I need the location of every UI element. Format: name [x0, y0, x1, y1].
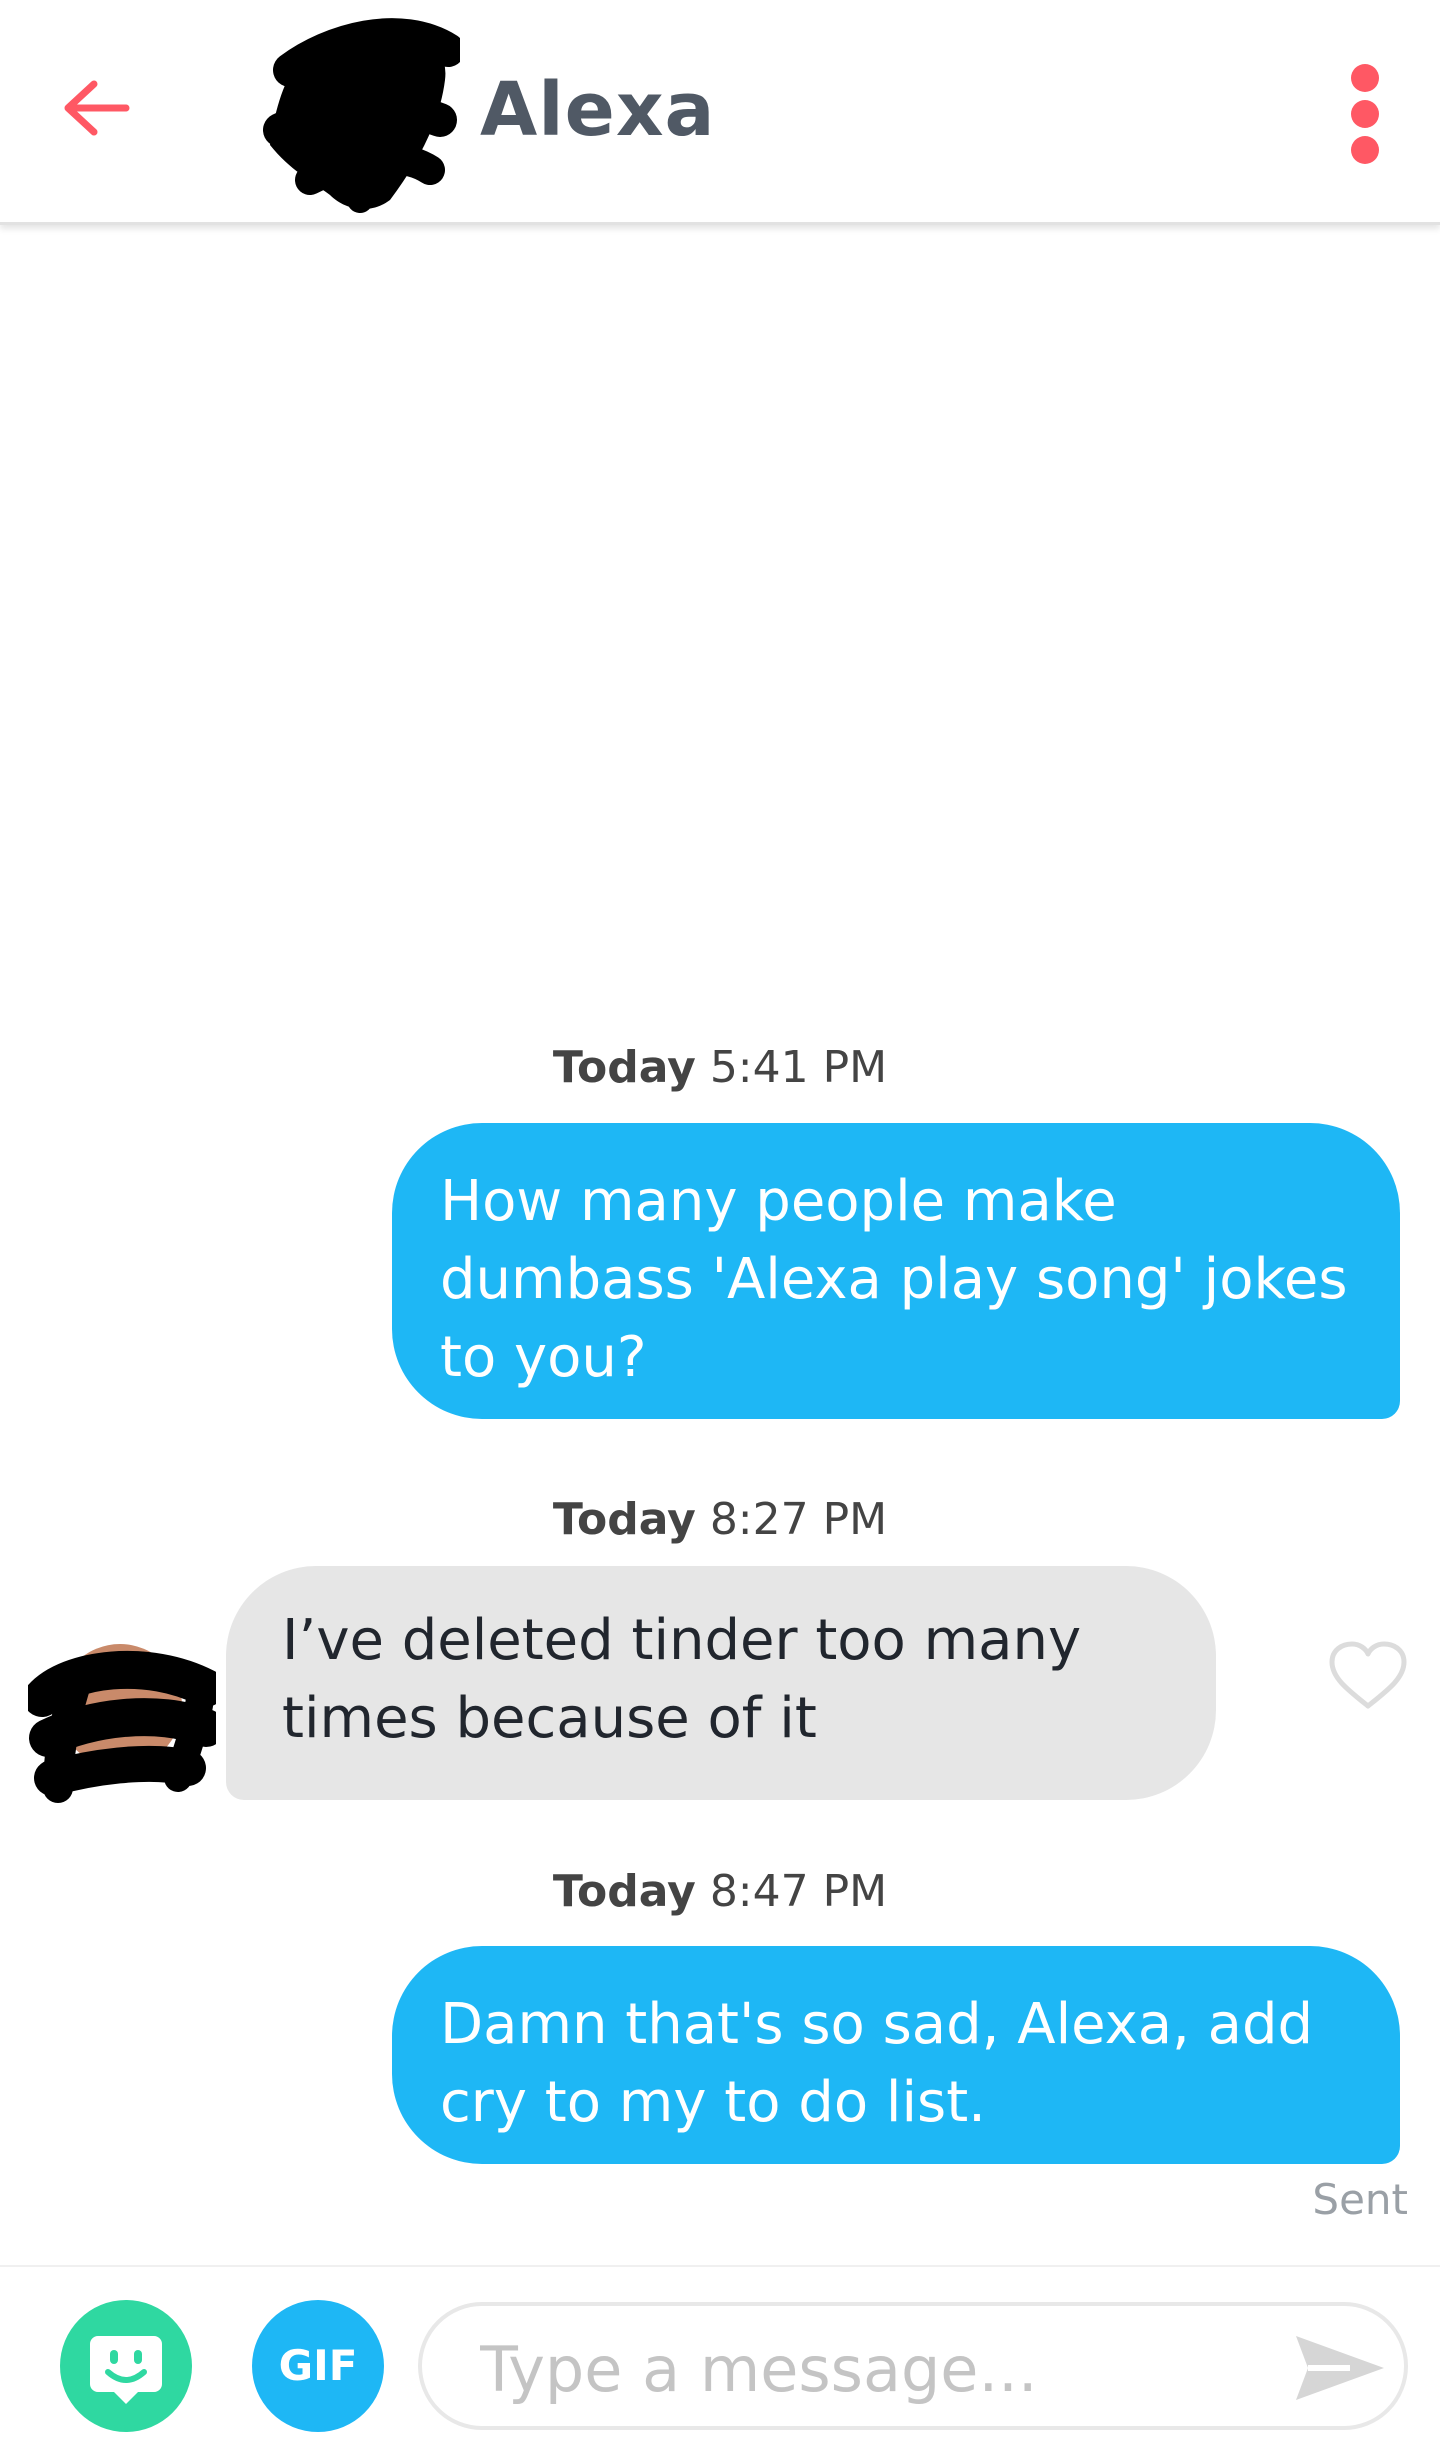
- sender-avatar[interactable]: [23, 1628, 225, 1818]
- chat-header: Alexa: [0, 0, 1440, 225]
- message-line: How many people make: [440, 1169, 1117, 1234]
- timestamp-time: 8:27 PM: [709, 1494, 888, 1545]
- sent-status-label: Sent: [1312, 2175, 1408, 2224]
- sent-message-bubble[interactable]: How many people make dumbass 'Alexa play…: [392, 1123, 1400, 1419]
- back-button[interactable]: [48, 60, 144, 156]
- redacted-avatar-scribble: [263, 18, 465, 213]
- chat-screen: Alexa Today 5:41 PM How many people make…: [0, 0, 1440, 2462]
- message-line: cry to my to do list.: [440, 2070, 986, 2135]
- arrow-left-icon: [64, 80, 130, 136]
- redacted-avatar-scribble: [23, 1644, 225, 1803]
- message-timestamp: Today 5:41 PM: [0, 1040, 1440, 1096]
- message-line: Damn that's so sad, Alexa, add: [440, 1992, 1314, 2057]
- message-input[interactable]: [478, 2324, 1282, 2414]
- sent-message-bubble[interactable]: Damn that's so sad, Alexa, add cry to my…: [392, 1946, 1400, 2164]
- message-line: to you?: [440, 1325, 647, 1390]
- timestamp-day: Today: [552, 1494, 696, 1545]
- options-menu-button[interactable]: [1330, 58, 1398, 170]
- sticker-button[interactable]: [60, 2300, 192, 2432]
- send-button[interactable]: [1290, 2330, 1390, 2406]
- match-avatar[interactable]: [250, 10, 465, 215]
- timestamp-day: Today: [552, 1866, 696, 1917]
- message-line: times because of it: [282, 1686, 817, 1751]
- timestamp-time: 8:47 PM: [709, 1866, 888, 1917]
- message-timestamp: Today 8:47 PM: [0, 1864, 1440, 1920]
- send-arrow-icon: [1296, 2336, 1384, 2400]
- timestamp-day: Today: [552, 1042, 696, 1093]
- like-message-button[interactable]: [1328, 1640, 1408, 1712]
- sticker-face-icon: [90, 2336, 162, 2404]
- match-name[interactable]: Alexa: [480, 62, 716, 158]
- gif-button[interactable]: GIF: [252, 2300, 384, 2432]
- message-timestamp: Today 8:27 PM: [0, 1492, 1440, 1548]
- message-input-container[interactable]: [418, 2302, 1408, 2430]
- timestamp-time: 5:41 PM: [709, 1042, 888, 1093]
- message-line: I’ve deleted tinder too many: [282, 1608, 1082, 1673]
- received-message-bubble[interactable]: I’ve deleted tinder too many times becau…: [226, 1566, 1216, 1800]
- message-line: dumbass 'Alexa play song' jokes: [440, 1247, 1348, 1312]
- heart-outline-icon: [1329, 1641, 1407, 1709]
